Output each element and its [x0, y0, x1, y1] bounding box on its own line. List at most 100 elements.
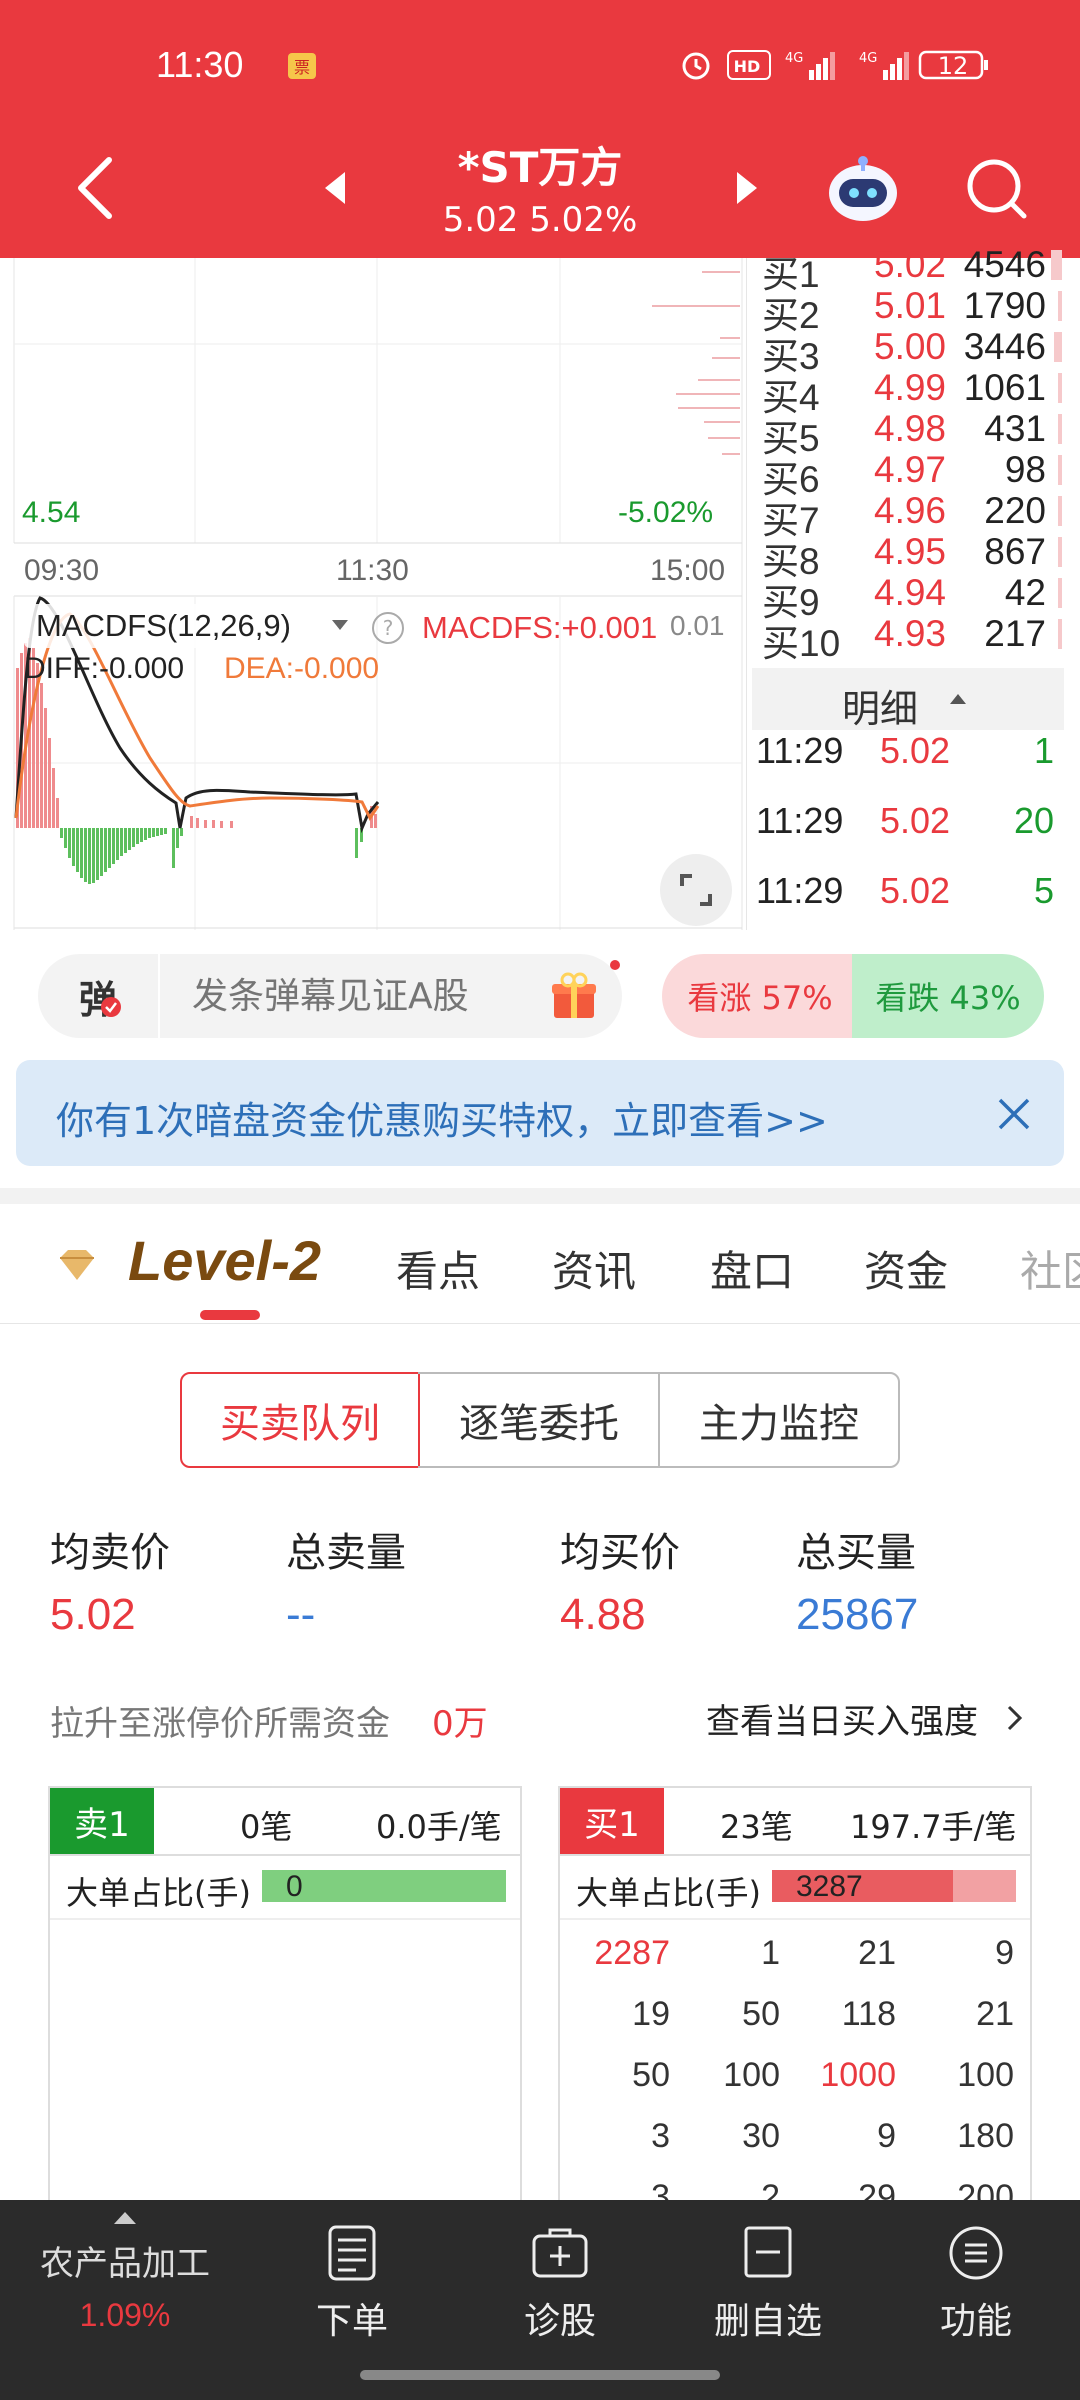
svg-text:HD: HD	[734, 57, 761, 76]
orderbook-price: 5.02	[874, 244, 947, 285]
buy-queue-cell: 19	[632, 1995, 670, 2033]
robot-icon	[829, 156, 897, 221]
chart-canvas	[13, 258, 743, 930]
buy-big-order-label: 大单占比(手)	[576, 1874, 761, 1912]
caret-up-icon	[950, 694, 966, 704]
medical-kit-icon	[532, 2228, 588, 2278]
check-badge-icon	[101, 997, 121, 1017]
orderbook-vol: 431	[984, 408, 1046, 449]
danmu-input-bar[interactable]: 弹	[38, 954, 622, 1038]
detail-price: 5.02	[880, 730, 951, 771]
chart-divider	[746, 258, 747, 930]
buy-queue-cell: 3	[651, 2117, 670, 2155]
orderbook-volume-bar	[1058, 578, 1062, 608]
help-icon[interactable]: ?	[370, 610, 406, 646]
buy-queue-cell: 2287	[594, 1934, 670, 1972]
diagnose-label: 诊股	[523, 2301, 596, 2342]
chart-time-end: 15:00	[650, 554, 726, 587]
search-button[interactable]	[956, 148, 1036, 228]
expand-icon	[680, 874, 712, 906]
next-stock-button[interactable]	[722, 160, 772, 216]
vote-down-button[interactable]: 看跌 43%	[852, 954, 1044, 1038]
danmu-toggle[interactable]: 弹	[38, 954, 160, 1038]
tab-community[interactable]: 社区	[1020, 1247, 1080, 1294]
section-divider	[0, 1188, 1080, 1204]
buy-queue-cell: 180	[957, 2117, 1014, 2155]
orderbook-row: 买2 5.01 1790	[762, 285, 1062, 336]
avg-buy-label: 均买价	[560, 1530, 680, 1576]
triangle-right-icon	[737, 172, 757, 204]
detail-header[interactable]: 明细	[752, 668, 1064, 731]
alarm-icon	[676, 48, 716, 82]
tab-highlights[interactable]: 看点	[396, 1238, 480, 1299]
dea-value: DEA:-0.000	[224, 652, 380, 685]
sector-button[interactable]: 农产品加工 1.09%	[20, 2210, 230, 2390]
segment-orders[interactable]: 逐笔委托	[418, 1372, 660, 1468]
avg-buy-value: 4.88	[560, 1590, 646, 1639]
order-form-icon	[328, 2225, 376, 2281]
buy-queue-cell: 1000	[820, 2056, 896, 2094]
promo-banner[interactable]: 你有1次暗盘资金优惠购买特权，立即查看>>	[16, 1060, 1064, 1166]
buy-queue-badge: 买1	[560, 1788, 664, 1854]
orderbook-row: 买1 5.02 4546	[762, 244, 1062, 295]
search-icon	[967, 159, 1027, 219]
status-time: 11:30	[156, 44, 244, 85]
danmu-input[interactable]	[192, 972, 532, 1020]
orderbook-vol: 1790	[963, 285, 1046, 326]
buy-queue-divider	[560, 1918, 1030, 1920]
orderbook-volume-bar	[1051, 250, 1062, 280]
home-indicator[interactable]	[360, 2370, 720, 2380]
buy-big-order-value: 3287	[796, 1870, 863, 1903]
assistant-robot-button[interactable]	[818, 146, 908, 232]
hd-icon: HD	[726, 48, 772, 82]
vote-up-button[interactable]: 看涨 57%	[662, 954, 858, 1038]
stock-price-change: 5.02 5.02%	[442, 200, 638, 240]
orderbook-volume-bar	[1054, 332, 1062, 362]
tab-news[interactable]: 资讯	[552, 1238, 636, 1299]
orderbook-volume-bar	[1058, 496, 1062, 526]
minus-box-icon	[744, 2226, 792, 2278]
orderbook-row: 买7 4.96 220	[762, 490, 1062, 541]
indicator-selector[interactable]: MACDFS(12,26,9)	[24, 604, 364, 648]
detail-time: 11:29	[756, 800, 844, 841]
sell-queue-divider	[50, 1918, 520, 1920]
tab-level2[interactable]: Level-2	[128, 1228, 321, 1293]
remove-watchlist-button[interactable]: 删自选	[688, 2224, 848, 2344]
sell-big-order-value: 0	[286, 1870, 303, 1903]
tab-funds[interactable]: 资金	[864, 1238, 948, 1299]
tab-community-clip: 社区	[1020, 1238, 1080, 1294]
svg-text:票: 票	[294, 58, 310, 77]
orderbook-volume-bar	[1058, 373, 1062, 403]
status-bar: 11:30 票 HD 4G 4G 12	[0, 0, 1080, 130]
tab-orderbook[interactable]: 盘口	[710, 1238, 794, 1299]
chart-low-price: 4.54	[22, 496, 81, 529]
chevron-right-icon	[1007, 1705, 1023, 1731]
close-icon[interactable]	[996, 1096, 1032, 1132]
content-tabs: Level-2 看点 资讯 盘口 资金 社区	[0, 1204, 1080, 1324]
chart-low-pct: -5.02%	[618, 496, 714, 529]
sector-pct: 1.09%	[79, 2297, 171, 2333]
orderbook-row: 买5 4.98 431	[762, 408, 1062, 459]
buy-queue-cell: 50	[742, 1995, 780, 2033]
segment-monitor[interactable]: 主力监控	[658, 1372, 900, 1468]
sell-queue-badge: 卖1	[50, 1788, 154, 1854]
indicator-name: MACDFS(12,26,9)	[36, 608, 291, 643]
signal-4g-icon: 4G	[782, 48, 838, 82]
functions-button[interactable]: 功能	[896, 2224, 1056, 2344]
tab-active-indicator	[200, 1310, 260, 1320]
svg-text:4G: 4G	[785, 51, 803, 66]
detail-header-label: 明细	[842, 687, 919, 731]
orderbook-label: 买10	[762, 623, 841, 664]
order-button[interactable]: 下单	[272, 2224, 432, 2344]
buy-queue-cell: 21	[976, 1995, 1014, 2033]
indicator-axis-top: 0.01	[670, 610, 725, 641]
fullscreen-button[interactable]	[660, 854, 732, 926]
buy-strength-link[interactable]: 查看当日买入强度	[706, 1694, 1036, 1742]
buy-queue-cell: 30	[742, 2117, 780, 2155]
gift-icon[interactable]	[548, 970, 600, 1022]
orderbook-price: 4.96	[874, 490, 947, 531]
diagnose-button[interactable]: 诊股	[480, 2224, 640, 2344]
orderbook-volume-bar	[1058, 455, 1062, 485]
detail-price: 5.02	[880, 870, 951, 911]
segment-queue[interactable]: 买卖队列	[180, 1372, 420, 1468]
